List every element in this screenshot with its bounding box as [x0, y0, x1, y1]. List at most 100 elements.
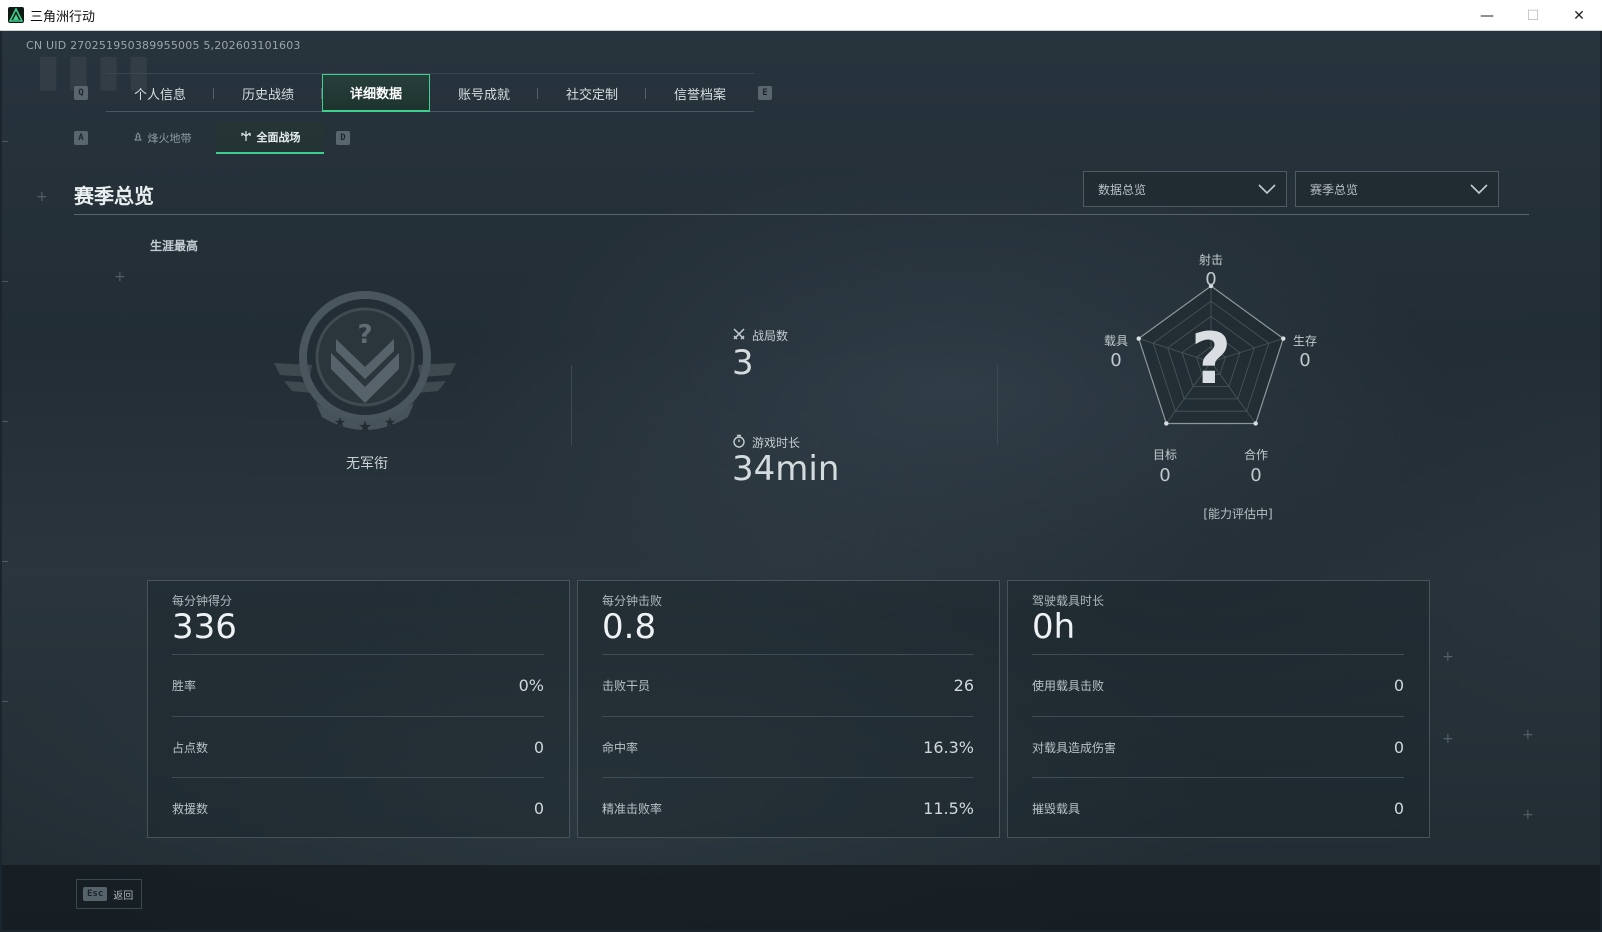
close-button[interactable]: ✕	[1556, 0, 1602, 31]
decor-plus-icon: +	[1522, 727, 1534, 743]
radar-center-mark: ?	[1191, 318, 1232, 400]
chevron-down-icon	[1470, 182, 1488, 199]
row-value: 0%	[518, 676, 544, 695]
radar-axis-value: 0	[1159, 465, 1171, 486]
decor-plus-icon: +	[1442, 731, 1454, 747]
playtime-value: 34min	[732, 449, 840, 489]
back-button[interactable]: Esc 返回	[76, 879, 142, 909]
card-row: 精准击败率 11.5%	[602, 777, 974, 839]
radar-status: [能力评估中]	[1203, 507, 1273, 521]
game-screen: ▮▮▮▮ CN UID 270251950389955005 5,2026031…	[2, 31, 1600, 930]
tab-personal-info[interactable]: 个人信息	[106, 74, 214, 112]
esc-key: Esc	[83, 887, 108, 901]
radar-axis-label: 生存	[1292, 334, 1317, 348]
tab-detailed-data[interactable]: 详细数据	[322, 74, 430, 112]
card-row: 占点数 0	[172, 716, 544, 778]
radar-vertex	[1253, 421, 1258, 426]
minimize-button[interactable]: —	[1464, 0, 1510, 31]
edge-tick	[2, 141, 8, 142]
row-label: 命中率	[602, 741, 639, 755]
decor-plus-icon: +	[1442, 649, 1454, 665]
tab-label: 社交定制	[565, 87, 618, 103]
rank-name: 无军衔	[346, 456, 388, 472]
divider	[997, 365, 998, 445]
tab-credit-record[interactable]: 信誉档案	[646, 74, 754, 112]
row-label: 使用载具击败	[1032, 679, 1105, 693]
row-value: 0	[533, 738, 544, 757]
row-value: 11.5%	[923, 799, 974, 818]
tab-match-history[interactable]: 历史战绩	[214, 74, 322, 112]
next-tab-key[interactable]: E	[758, 86, 772, 100]
section-title: 赛季总览	[74, 184, 154, 208]
tab-label: 详细数据	[349, 87, 402, 102]
card-value: 0.8	[602, 607, 657, 647]
score-per-minute-card: 每分钟得分 336 胜率 0% 占点数 0 救援数 0	[147, 580, 570, 838]
row-value: 16.3%	[923, 738, 974, 757]
maximize-button[interactable]: ☐	[1510, 0, 1556, 31]
fire-zone-icon	[133, 131, 143, 145]
subtab-full-battlefield[interactable]: 全面战场	[216, 122, 324, 154]
window-title: 三角洲行动	[30, 9, 96, 25]
card-value: 336	[172, 607, 237, 647]
svg-text:★: ★	[384, 415, 397, 431]
radar-vertex	[1164, 421, 1169, 426]
decor-plus-icon: +	[114, 269, 126, 285]
radar-axis-label: 载具	[1103, 334, 1128, 348]
tab-label: 账号成就	[457, 87, 510, 103]
row-label: 摧毁载具	[1032, 802, 1081, 816]
app-logo-icon	[8, 7, 24, 23]
radar-axis-label: 合作	[1243, 448, 1268, 462]
edge-tick	[2, 701, 8, 702]
card-row: 救援数 0	[172, 777, 544, 839]
card-row: 对载具造成伤害 0	[1032, 716, 1404, 778]
row-label: 击败干员	[602, 679, 651, 693]
dropdown-value: 数据总览	[1098, 182, 1147, 197]
svg-text:★: ★	[334, 415, 347, 431]
svg-text:?: ?	[357, 320, 372, 350]
window-titlebar: 三角洲行动 — ☐ ✕	[0, 0, 1602, 31]
subtab-label: 全面战场	[256, 131, 301, 144]
matches-value: 3	[732, 343, 754, 383]
radar-axis-label: 目标	[1152, 448, 1177, 462]
row-label: 胜率	[172, 679, 197, 693]
chevron-down-icon	[1258, 182, 1276, 199]
radar-axis-value: 0	[1250, 465, 1262, 486]
row-value: 0	[533, 799, 544, 818]
radar-axis-value: 0	[1110, 350, 1122, 371]
radar-axis-label: 射击	[1198, 253, 1223, 267]
tab-achievements[interactable]: 账号成就	[430, 74, 538, 112]
divider	[571, 365, 572, 445]
mode-subtabs: 烽火地带 全面战场	[108, 122, 324, 154]
tab-social[interactable]: 社交定制	[538, 74, 646, 112]
row-label: 救援数	[172, 802, 209, 816]
card-row: 胜率 0%	[172, 654, 544, 716]
card-row: 摧毁载具 0	[1032, 777, 1404, 839]
career-best-label: 生涯最高	[150, 239, 199, 253]
edge-tick	[2, 561, 8, 562]
next-subtab-key[interactable]: D	[336, 131, 350, 145]
row-value: 0	[1393, 676, 1404, 695]
back-label: 返回	[113, 890, 134, 902]
card-row: 命中率 16.3%	[602, 716, 974, 778]
row-value: 26	[953, 676, 974, 695]
subtab-label: 烽火地带	[147, 132, 192, 145]
data-overview-dropdown[interactable]: 数据总览	[1083, 171, 1287, 207]
edge-tick	[2, 281, 8, 282]
rank-unknown-icon: ? ★ ★ ★	[270, 291, 460, 445]
season-overview-dropdown[interactable]: 赛季总览	[1295, 171, 1499, 207]
card-row: 击败干员 26	[602, 654, 974, 716]
decor-plus-icon: +	[1522, 807, 1534, 823]
edge-tick	[2, 421, 8, 422]
row-value: 0	[1393, 738, 1404, 757]
tab-label: 个人信息	[133, 87, 186, 103]
subtab-fire-zone[interactable]: 烽火地带	[108, 122, 216, 154]
prev-tab-key[interactable]: Q	[74, 86, 88, 100]
row-value: 0	[1393, 799, 1404, 818]
prev-subtab-key[interactable]: A	[74, 131, 88, 145]
radar-axis-value: 0	[1205, 269, 1217, 290]
card-value: 0h	[1032, 607, 1076, 647]
row-label: 占点数	[172, 741, 209, 755]
tab-label: 历史战绩	[241, 87, 294, 103]
vehicle-time-card: 驾驶载具时长 0h 使用载具击败 0 对载具造成伤害 0 摧毁载具 0	[1007, 580, 1430, 838]
window-controls: — ☐ ✕	[1464, 0, 1602, 31]
